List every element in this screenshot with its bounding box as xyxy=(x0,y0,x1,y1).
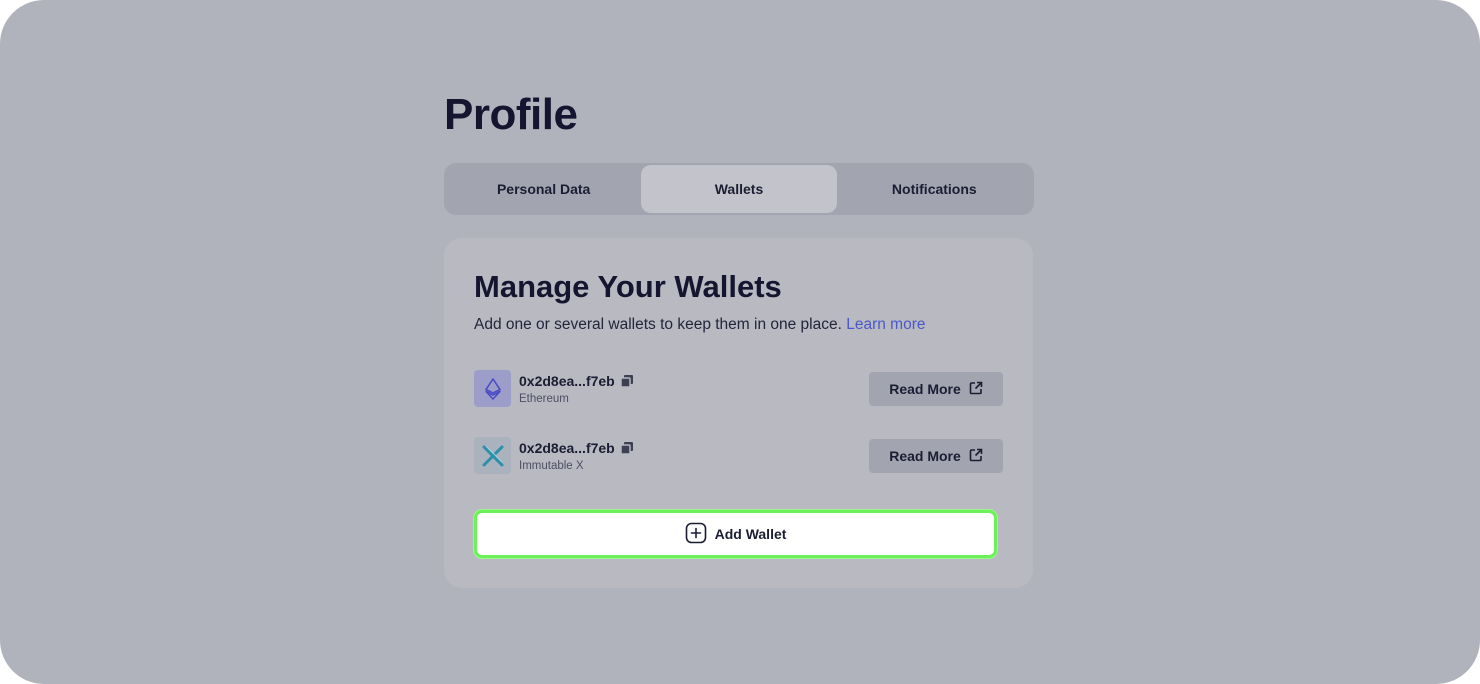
wallet-row: 0x2d8ea...f7eb Ethereum Read More xyxy=(474,370,1003,410)
tab-wallets[interactable]: Wallets xyxy=(641,165,837,213)
immutable-x-icon xyxy=(474,437,511,474)
read-more-button[interactable]: Read More xyxy=(869,372,1003,406)
wallet-address: 0x2d8ea...f7eb xyxy=(519,373,615,389)
tab-notifications[interactable]: Notifications xyxy=(837,165,1032,213)
card-description: Add one or several wallets to keep them … xyxy=(474,316,926,334)
wallet-row: 0x2d8ea...f7eb Immutable X Read More xyxy=(474,437,1003,477)
external-link-icon xyxy=(969,448,983,465)
wallet-network: Ethereum xyxy=(519,393,569,405)
read-more-label: Read More xyxy=(889,381,961,397)
add-wallet-label: Add Wallet xyxy=(714,526,787,542)
page-title: Profile xyxy=(444,90,578,139)
card-title: Manage Your Wallets xyxy=(474,269,782,304)
copy-icon[interactable] xyxy=(620,374,634,388)
profile-tabs: Personal Data Wallets Notifications xyxy=(444,163,1034,215)
read-more-label: Read More xyxy=(889,448,961,464)
ethereum-icon xyxy=(474,370,511,407)
tab-personal-data[interactable]: Personal Data xyxy=(446,165,641,213)
wallets-card: Manage Your Wallets Add one or several w… xyxy=(444,238,1033,588)
plus-square-icon xyxy=(685,522,707,547)
copy-icon[interactable] xyxy=(620,441,634,455)
wallet-network: Immutable X xyxy=(519,460,584,472)
screen: Profile Personal Data Wallets Notificati… xyxy=(0,0,1480,684)
learn-more-link[interactable]: Learn more xyxy=(846,316,925,333)
add-wallet-button[interactable]: Add Wallet xyxy=(474,510,997,558)
description-text: Add one or several wallets to keep them … xyxy=(474,316,842,333)
wallet-address: 0x2d8ea...f7eb xyxy=(519,440,615,456)
external-link-icon xyxy=(969,381,983,398)
read-more-button[interactable]: Read More xyxy=(869,439,1003,473)
